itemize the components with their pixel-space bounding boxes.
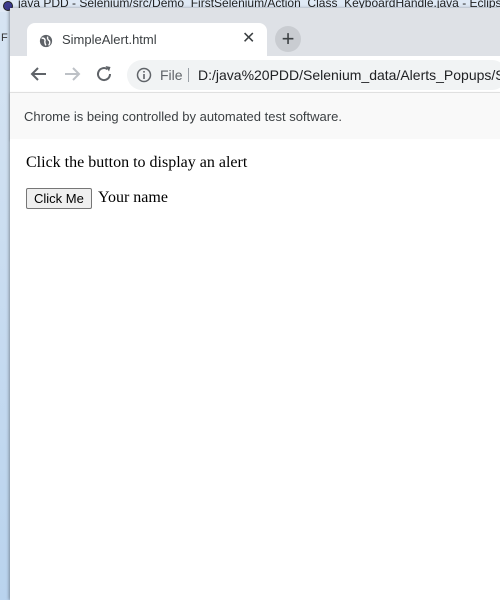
browser-toolbar: File D:/java%20PDD/Selenium_data/Alerts_… — [10, 56, 500, 92]
background-window-edge: F — [0, 12, 10, 600]
infobar-message: Chrome is being controlled by automated … — [24, 109, 342, 124]
prompt-text: Click the button to display an alert — [26, 154, 248, 171]
scheme-label: File — [160, 67, 183, 83]
back-arrow-icon[interactable] — [27, 62, 51, 86]
url-text[interactable]: D:/java%20PDD/Selenium_data/Alerts_Popup… — [198, 67, 500, 83]
click-me-button[interactable]: Click Me — [26, 188, 92, 209]
forward-arrow-icon[interactable] — [60, 62, 84, 86]
plus-icon: + — [281, 26, 295, 51]
automation-infobar: Chrome is being controlled by automated … — [10, 92, 500, 140]
omnibox-divider — [188, 68, 189, 82]
tab-strip: SimpleAlert.html ✕ + — [10, 8, 500, 57]
address-bar[interactable]: File D:/java%20PDD/Selenium_data/Alerts_… — [127, 60, 500, 90]
chrome-window: SimpleAlert.html ✕ + File D:/java%20PDD/… — [10, 8, 500, 600]
info-icon[interactable] — [136, 67, 152, 83]
close-icon[interactable]: ✕ — [242, 31, 255, 47]
background-menu-letter: F — [1, 32, 8, 44]
globe-icon — [39, 34, 53, 48]
new-tab-button[interactable]: + — [275, 26, 301, 52]
tab-simplealert[interactable]: SimpleAlert.html ✕ — [27, 23, 267, 57]
tab-title: SimpleAlert.html — [62, 32, 157, 47]
page-content: Click the button to display an alert Cli… — [10, 139, 500, 600]
name-text: Your name — [98, 189, 168, 206]
reload-icon[interactable] — [92, 62, 116, 86]
